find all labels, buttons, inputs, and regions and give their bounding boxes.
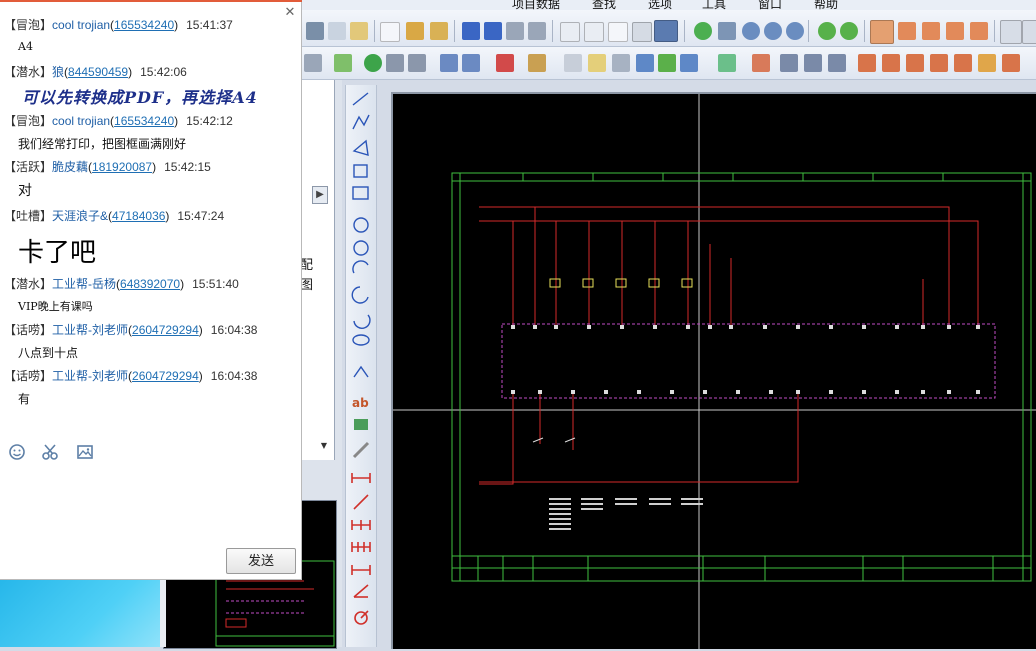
menu-options[interactable]: 选项 [648,0,672,10]
message-header: 【话唠】工业帮-刘老师(2604729294) 16:04:38 [4,369,258,383]
check-icon[interactable] [364,54,382,72]
wiring-icon[interactable] [752,54,770,72]
monitor-icon[interactable] [654,20,678,42]
menu-window[interactable]: 窗口 [758,0,782,10]
copy-icon[interactable] [328,22,346,40]
terminal-e-icon[interactable] [954,54,972,72]
scroll-down-icon[interactable]: ▼ [318,440,330,452]
view-grid-2-icon[interactable] [1022,20,1036,44]
redo-step-icon[interactable] [528,22,546,40]
svg-text:ab: ab [352,396,369,410]
message-header: 【冒泡】cool trojian(165534240) 15:42:12 [4,114,233,128]
menu-project-data[interactable]: 项目数据 [512,0,560,10]
undo-step-icon[interactable] [484,22,502,40]
message-text: 我们经常打印，把图框画满刚好 [18,137,187,151]
align-icon[interactable] [304,54,322,72]
parts-icon[interactable] [718,54,736,72]
message-text: 可以先转换成PDF，再选择A4 [22,88,258,107]
prev-icon[interactable] [636,54,654,72]
menu-find[interactable]: 查找 [592,0,616,10]
chat-top-accent [0,0,302,2]
home-page-icon[interactable] [462,54,480,72]
terminal-a-icon[interactable] [858,54,876,72]
grid-icon[interactable] [632,22,652,42]
first-page-icon[interactable] [440,54,458,72]
message-text: A4 [18,40,33,53]
cut-icon[interactable] [306,22,324,40]
message-header: 【潜水】狼(844590459) 15:42:06 [4,65,187,79]
message-text: 有 [18,392,31,406]
macro-icon[interactable] [528,54,546,72]
image-icon[interactable] [76,443,94,461]
terminal-b-icon[interactable] [882,54,900,72]
scroll-right-icon[interactable]: ▶ [312,186,328,204]
connect-icon[interactable] [334,54,352,72]
desktop-background [0,580,160,647]
left-arrow-icon[interactable] [658,54,676,72]
terminal-c-icon[interactable] [906,54,924,72]
drawing-toolbar: ab [345,85,377,647]
message-text: VIP晚上有课吗 [18,300,93,313]
layout-c-icon[interactable] [922,22,940,40]
terminal-g-icon[interactable] [1002,54,1020,72]
move-page-icon[interactable] [612,54,630,72]
form-icon[interactable] [584,22,604,42]
screenshot-icon[interactable] [41,443,59,461]
secondary-toolbar [302,47,1036,80]
message-header: 【活跃】脆皮藕(181920087) 15:42:15 [4,160,211,174]
zoom-window-icon[interactable] [718,22,736,40]
delete-icon[interactable] [496,54,514,72]
right-arrow-icon[interactable] [680,54,698,72]
layout-a-icon[interactable] [870,20,894,44]
zoom-fit-icon[interactable] [786,22,804,40]
terminal-f-icon[interactable] [978,54,996,72]
zoom-out-icon[interactable] [764,22,782,40]
new-page-icon[interactable] [588,54,606,72]
divider [160,580,166,647]
message-header: 【冒泡】cool trojian(165534240) 15:41:37 [4,18,233,32]
redo-icon[interactable] [506,22,524,40]
checkbox-icon[interactable] [608,22,628,42]
refresh-icon[interactable] [694,22,712,40]
symbol-a-icon[interactable] [780,54,798,72]
message-text: 对 [18,182,32,198]
symbol-c-icon[interactable] [828,54,846,72]
flag-icon[interactable] [408,54,426,72]
table-icon[interactable] [560,22,580,42]
menu-tools[interactable]: 工具 [702,0,726,10]
emoji-icon[interactable] [8,443,26,461]
message-header: 【潜水】工业帮-岳杨(648392070) 15:51:40 [4,277,239,291]
message-text: 八点到十点 [18,346,79,360]
terminal-d-icon[interactable] [930,54,948,72]
view-grid-icon[interactable] [1000,20,1022,44]
symbol-b-icon[interactable] [804,54,822,72]
forward-icon[interactable] [840,22,858,40]
undo-icon[interactable] [462,22,480,40]
layout-b-icon[interactable] [898,22,916,40]
message-header: 【吐槽】天涯浪子&(47184036) 15:47:24 [4,209,225,223]
back-icon[interactable] [818,22,836,40]
menu-bar: 项目数据 查找 选项 工具 窗口 帮助 [302,0,1036,10]
send-button[interactable]: 发送 [226,548,296,574]
zoom-in-icon[interactable] [742,22,760,40]
message-header: 【话唠】工业帮-刘老师(2604729294) 16:04:38 [4,323,258,337]
message-text: 卡了吧 [18,237,97,267]
brush-icon[interactable] [430,22,448,40]
plug-icon[interactable] [386,54,404,72]
close-icon[interactable]: ✕ [283,6,297,20]
layout-e-icon[interactable] [970,22,988,40]
pencil-icon[interactable] [406,22,424,40]
document-icon[interactable] [564,54,582,72]
select-icon[interactable] [380,22,400,42]
layout-d-icon[interactable] [946,22,964,40]
paste-icon[interactable] [350,22,368,40]
schematic-canvas[interactable] [391,92,1036,649]
menu-help[interactable]: 帮助 [814,0,838,10]
main-toolbar [302,10,1036,47]
